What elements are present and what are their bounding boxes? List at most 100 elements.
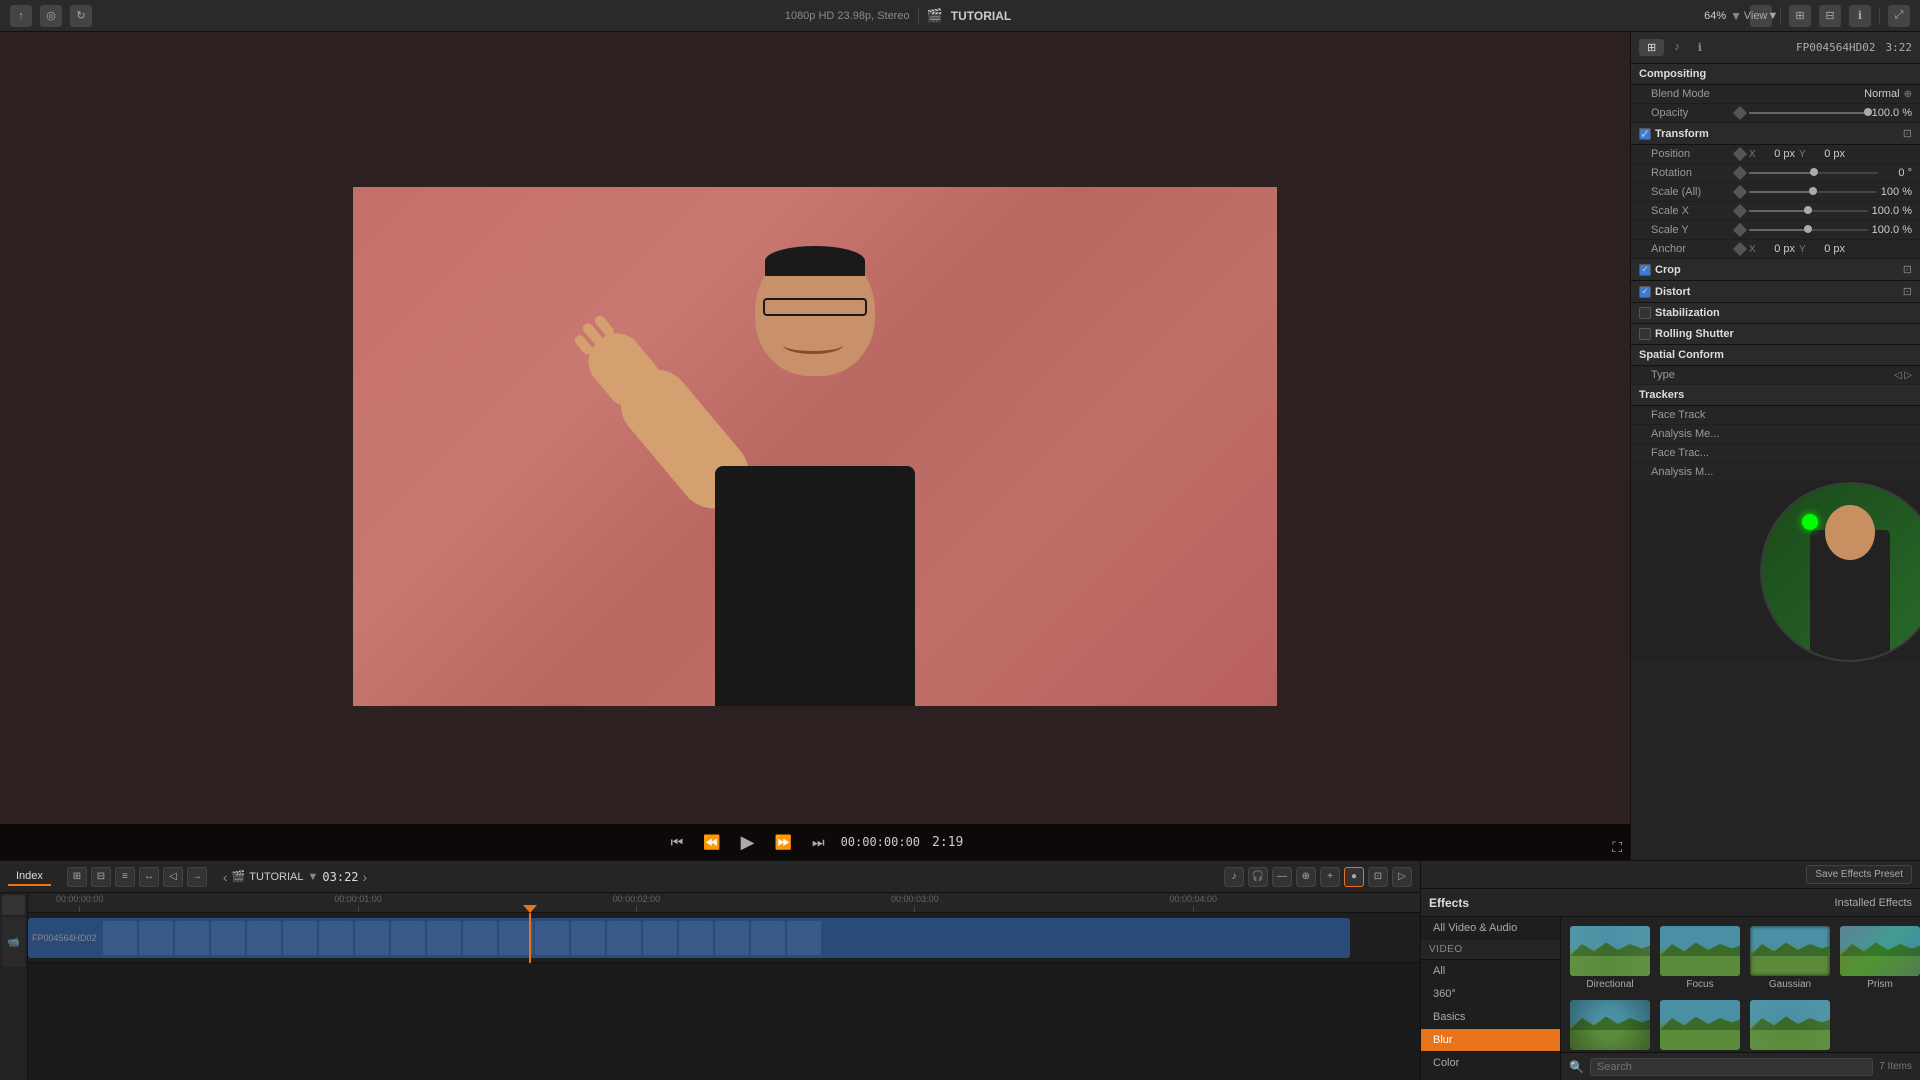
tl-last-btn[interactable]: ⊡ bbox=[1368, 867, 1388, 887]
rolling-shutter-checkbox[interactable] bbox=[1639, 328, 1651, 340]
tl-add-btn[interactable]: + bbox=[1320, 867, 1340, 887]
crop-checkbox[interactable]: ✓ bbox=[1639, 264, 1651, 276]
inspector-icon[interactable]: ⊞ bbox=[1789, 5, 1811, 27]
tl-btn-arrow[interactable]: → bbox=[187, 867, 207, 887]
distort-checkbox[interactable]: ✓ bbox=[1639, 286, 1651, 298]
step-fwd-btn[interactable]: ⏩ bbox=[771, 832, 796, 853]
main-area: ⏮ ⏪ ▶ ⏩ ⏭ 00:00:00:00 2:19 ⛶ ⊞ ♪ ℹ bbox=[0, 32, 1920, 860]
distort-icon[interactable]: ⊡ bbox=[1903, 285, 1912, 298]
scale-all-label: Scale (All) bbox=[1651, 186, 1731, 198]
preview-panel: ⏮ ⏪ ▶ ⏩ ⏭ 00:00:00:00 2:19 ⛶ bbox=[0, 32, 1630, 860]
thumb-11 bbox=[463, 921, 497, 955]
info-icon[interactable]: ℹ bbox=[1849, 5, 1871, 27]
prev-clip-btn[interactable]: ‹ bbox=[223, 869, 228, 885]
filter-icon[interactable]: ⊟ bbox=[1819, 5, 1841, 27]
scale-x-diamond[interactable] bbox=[1733, 204, 1747, 218]
opacity-row: Opacity 100.0 % bbox=[1631, 104, 1920, 123]
cat-blur[interactable]: Blur bbox=[1421, 1029, 1560, 1052]
tl-btn-3[interactable]: ≡ bbox=[115, 867, 135, 887]
scale-all-slider[interactable] bbox=[1749, 191, 1877, 193]
effect-sharpen[interactable]: Sharpen bbox=[1657, 997, 1743, 1052]
type-arrows[interactable]: ◁ ▷ bbox=[1894, 370, 1912, 381]
tl-btn-4[interactable]: ↔ bbox=[139, 867, 159, 887]
rotation-diamond[interactable] bbox=[1733, 166, 1747, 180]
next-clip-btn[interactable]: › bbox=[363, 869, 368, 885]
thumb-13 bbox=[535, 921, 569, 955]
rolling-shutter-section[interactable]: Rolling Shutter bbox=[1631, 324, 1920, 345]
refresh-icon[interactable]: ↻ bbox=[70, 5, 92, 27]
transform-checkbox[interactable]: ✓ bbox=[1639, 128, 1651, 140]
timeline-track-area[interactable]: FP004564HD02 bbox=[28, 913, 1420, 963]
tl-snap-btn[interactable]: ⊕ bbox=[1296, 867, 1316, 887]
scale-y-diamond[interactable] bbox=[1733, 223, 1747, 237]
tl-record-btn[interactable]: ● bbox=[1344, 867, 1364, 887]
view-btn[interactable]: View ▼ bbox=[1750, 5, 1772, 27]
tl-btn-2[interactable]: ⊟ bbox=[91, 867, 111, 887]
analysis-meta-row-2: Analysis M... bbox=[1631, 463, 1920, 482]
fullscreen-icon[interactable]: ⤢ bbox=[1888, 5, 1910, 27]
effect-gaussian[interactable]: Gaussian bbox=[1747, 923, 1833, 993]
distort-section[interactable]: ✓ Distort ⊡ bbox=[1631, 281, 1920, 303]
clip-strip-label: FP004564HD02 bbox=[32, 933, 101, 943]
effect-name-gaussian: Gaussian bbox=[1769, 979, 1811, 990]
effect-zoom[interactable]: Zoom bbox=[1747, 997, 1833, 1052]
effect-name-directional: Directional bbox=[1586, 979, 1633, 990]
compositing-section[interactable]: Compositing bbox=[1631, 64, 1920, 85]
type-row: Type ◁ ▷ bbox=[1631, 366, 1920, 385]
cat-basics[interactable]: Basics bbox=[1421, 1006, 1560, 1029]
effect-focus[interactable]: Focus bbox=[1657, 923, 1743, 993]
opacity-diamond[interactable] bbox=[1733, 106, 1747, 120]
effect-thumb-gaussian bbox=[1750, 926, 1830, 976]
scale-all-diamond[interactable] bbox=[1733, 185, 1747, 199]
tl-headphones-btn[interactable]: 🎧 bbox=[1248, 867, 1268, 887]
crop-icon[interactable]: ⊡ bbox=[1903, 263, 1912, 276]
position-diamond[interactable] bbox=[1733, 147, 1747, 161]
trackers-section[interactable]: Trackers bbox=[1631, 385, 1920, 406]
spatial-conform-section[interactable]: Spatial Conform bbox=[1631, 345, 1920, 366]
crop-section[interactable]: ✓ Crop ⊡ bbox=[1631, 259, 1920, 281]
cat-all[interactable]: All bbox=[1421, 960, 1560, 983]
clip-strip-1[interactable]: FP004564HD02 bbox=[28, 918, 1350, 958]
opacity-slider[interactable] bbox=[1749, 112, 1868, 114]
rewind-btn[interactable]: ⏮ bbox=[667, 832, 688, 853]
fast-fwd-btn[interactable]: ⏭ bbox=[808, 832, 829, 853]
tl-btn-5[interactable]: ◁ bbox=[163, 867, 183, 887]
timeline-tab-index[interactable]: Index bbox=[8, 868, 51, 886]
tl-btn-1[interactable]: ⊞ bbox=[67, 867, 87, 887]
effects-preset-bar: Save Effects Preset bbox=[1421, 861, 1920, 889]
scale-y-slider[interactable] bbox=[1749, 229, 1868, 231]
stabilization-checkbox[interactable] bbox=[1639, 307, 1651, 319]
inspector-tab-video[interactable]: ⊞ bbox=[1639, 39, 1664, 56]
inspector-tab-info[interactable]: ℹ bbox=[1690, 39, 1710, 56]
blend-mode-arrow[interactable]: ⊕ bbox=[1904, 89, 1912, 100]
distort-label: Distort bbox=[1655, 286, 1899, 298]
rotation-slider[interactable] bbox=[1749, 172, 1878, 174]
transform-expand[interactable]: ⊡ bbox=[1903, 127, 1912, 140]
inspector-tab-audio[interactable]: ♪ bbox=[1666, 39, 1688, 56]
stabilization-section[interactable]: Stabilization bbox=[1631, 303, 1920, 324]
ruler-mark-1: 00:00:01:00 bbox=[334, 894, 382, 912]
media-icon[interactable]: ◎ bbox=[40, 5, 62, 27]
effect-prism[interactable]: Prism bbox=[1837, 923, 1920, 993]
export-icon[interactable]: ↑ bbox=[10, 5, 32, 27]
cat-360[interactable]: 360° bbox=[1421, 983, 1560, 1006]
step-back-btn[interactable]: ⏪ bbox=[699, 832, 724, 853]
head bbox=[755, 246, 875, 376]
effect-radial[interactable]: Radial bbox=[1567, 997, 1653, 1052]
anchor-diamond[interactable] bbox=[1733, 242, 1747, 256]
tl-audio-btn[interactable]: ♪ bbox=[1224, 867, 1244, 887]
transform-section[interactable]: ✓ Transform ⊡ bbox=[1631, 123, 1920, 145]
tl-expand-btn[interactable]: ▷ bbox=[1392, 867, 1412, 887]
cat-all-video-audio[interactable]: All Video & Audio bbox=[1421, 917, 1560, 940]
save-effects-preset-btn[interactable]: Save Effects Preset bbox=[1806, 865, 1912, 884]
fullscreen-toggle[interactable]: ⛶ bbox=[1612, 839, 1622, 856]
effect-directional[interactable]: Directional bbox=[1567, 923, 1653, 993]
scale-x-slider[interactable] bbox=[1749, 210, 1868, 212]
playhead[interactable] bbox=[529, 913, 531, 963]
effects-search-input[interactable] bbox=[1590, 1058, 1873, 1076]
tl-mute-btn[interactable]: — bbox=[1272, 867, 1292, 887]
thumb-20 bbox=[787, 921, 821, 955]
play-btn[interactable]: ▶ bbox=[737, 830, 759, 855]
cat-color[interactable]: Color bbox=[1421, 1052, 1560, 1075]
timeline-controls: ⊞ ⊟ ≡ ↔ ◁ → bbox=[67, 867, 207, 887]
